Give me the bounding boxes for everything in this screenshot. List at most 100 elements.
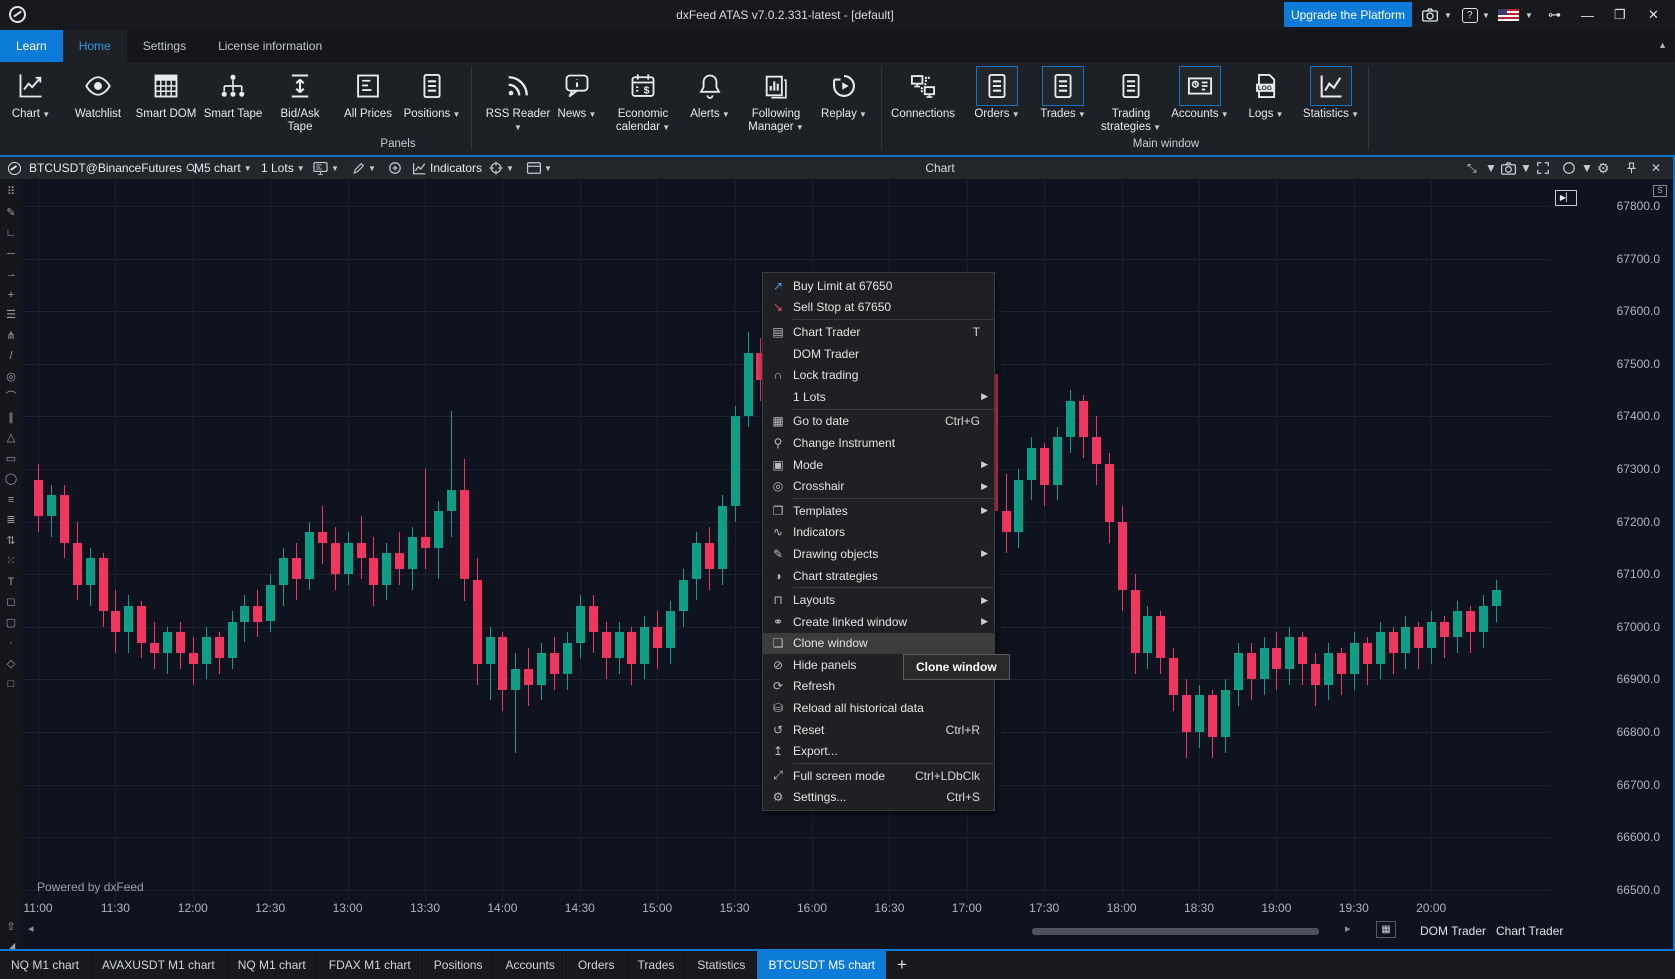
ribbon-collapse-icon[interactable]: ▲ <box>1658 40 1667 50</box>
chart-trader-toggle[interactable]: Chart Trader <box>1496 924 1563 938</box>
fullscreen-icon[interactable] <box>1536 157 1550 179</box>
tool-grip[interactable]: ⠿ <box>0 182 22 202</box>
workspace-tab[interactable]: AVAXUSDT M1 chart <box>91 951 227 979</box>
tool-arrow-ray[interactable]: → <box>0 264 22 284</box>
timeframe-selector[interactable]: M5 chart▼ <box>194 157 252 179</box>
dock-dropdown-caret[interactable]: ▼ <box>1485 157 1497 179</box>
theme-circle-icon[interactable] <box>1562 157 1576 179</box>
tool-angle[interactable]: ∟ <box>0 223 22 243</box>
ribbon-item-statistics[interactable]: Statistics ▼ <box>1298 66 1364 150</box>
ribbon-item-connections[interactable]: Connections <box>890 66 956 150</box>
workspace-tab[interactable]: Positions <box>423 951 495 979</box>
tool-square[interactable]: □ <box>0 674 22 694</box>
menu-item-drawing-objects[interactable]: ✎Drawing objects▶ <box>763 543 994 565</box>
workspace-tab[interactable]: NQ M1 chart <box>227 951 318 979</box>
pin-chart-icon[interactable] <box>1626 157 1637 179</box>
menu-item-sell-stop[interactable]: ↘Sell Stop at 67650 <box>763 297 994 319</box>
tool-cross-line[interactable]: + <box>0 285 22 305</box>
menu-item-chart-trader[interactable]: ▤Chart TraderT <box>763 321 994 343</box>
ribbon-item-following-manager[interactable]: Following Manager ▼ <box>743 66 809 150</box>
menu-tab-settings[interactable]: Settings <box>127 30 202 62</box>
close-button[interactable]: ✕ <box>1648 5 1659 25</box>
workspace-tab[interactable]: Accounts <box>494 951 566 979</box>
tool-dot[interactable]: · <box>0 633 22 653</box>
menu-tab-license-information[interactable]: License information <box>202 30 338 62</box>
tool-trend-line[interactable]: / <box>0 346 22 366</box>
workspace-tab[interactable]: Statistics <box>686 951 757 979</box>
menu-item-export[interactable]: ↥Export... <box>763 740 994 762</box>
ribbon-item-trades[interactable]: Trades ▼ <box>1030 66 1096 150</box>
ribbon-item-chart[interactable]: Chart ▼ <box>0 66 64 150</box>
minimize-button[interactable]: — <box>1581 5 1594 25</box>
screenshot-dropdown-caret[interactable]: ▼ <box>1520 157 1532 179</box>
ribbon-item-smart-dom[interactable]: Smart DOM <box>133 66 199 150</box>
add-tab-button[interactable]: + <box>887 951 917 979</box>
tool-fib-levels[interactable]: ≡ <box>0 490 22 510</box>
tool-triangle[interactable]: △ <box>0 428 22 448</box>
tool-diamond[interactable]: ◇ <box>0 654 22 674</box>
menu-item-buy-limit[interactable]: ↗Buy Limit at 67650 <box>763 275 994 297</box>
help-dropdown-caret[interactable]: ▼ <box>1482 5 1490 25</box>
tool-horizontal-line[interactable]: ─ <box>0 244 22 264</box>
tool-pitchfork[interactable]: ⋔ <box>0 326 22 346</box>
menu-item-chart-strategies[interactable]: ◑Chart strategies <box>763 565 994 587</box>
snap-mode-button[interactable]: S <box>1653 185 1667 197</box>
theme-dropdown-caret[interactable]: ▼ <box>1581 157 1593 179</box>
zoom-in-icon[interactable] <box>388 157 402 179</box>
language-dropdown-caret[interactable]: ▼ <box>1525 5 1533 25</box>
menu-tab-home[interactable]: Home <box>63 30 127 62</box>
ribbon-item-logs[interactable]: LOGLogs ▼ <box>1233 66 1299 150</box>
panels-selector[interactable]: ▼ <box>527 157 552 179</box>
help-icon[interactable]: ? <box>1462 5 1478 25</box>
tool-dots-grid[interactable]: ⁙ <box>0 551 22 571</box>
menu-item-dom-trader[interactable]: DOM Trader <box>763 343 994 365</box>
menu-item-lots[interactable]: 1 Lots▶ <box>763 386 994 408</box>
tool-levels[interactable]: ☰ <box>0 305 22 325</box>
menu-item-reset[interactable]: ↺ResetCtrl+R <box>763 719 994 741</box>
menu-item-change-instrument[interactable]: ⚲Change Instrument <box>763 432 994 454</box>
menu-item-crosshair[interactable]: ◎Crosshair▶ <box>763 475 994 497</box>
menu-item-clone-window[interactable]: ❏Clone window <box>763 633 994 655</box>
tool-arc[interactable]: ⌒ <box>0 387 22 407</box>
tool-range[interactable]: ⇅ <box>0 531 22 551</box>
dock-window-icon[interactable]: ⤡ <box>1467 157 1477 179</box>
menu-item-settings[interactable]: ⚙Settings...Ctrl+S <box>763 787 994 809</box>
chart-screenshot-icon[interactable] <box>1501 157 1516 179</box>
ribbon-item-news[interactable]: News ▼ <box>544 66 610 150</box>
workspace-tab[interactable]: Orders <box>567 951 627 979</box>
menu-item-lock-trading[interactable]: ∩Lock trading <box>763 364 994 386</box>
chart-settings-gear-icon[interactable]: ⚙ <box>1597 157 1610 179</box>
ribbon-item-rss-reader[interactable]: RSS Reader ▼ <box>485 66 551 150</box>
menu-tab-learn[interactable]: Learn <box>0 30 63 62</box>
go-to-realtime-button[interactable]: ▶▏ <box>1555 190 1577 206</box>
menu-item-reload-all-historical-data[interactable]: ⛁Reload all historical data <box>763 697 994 719</box>
menu-item-indicators[interactable]: ∿Indicators <box>763 522 994 544</box>
restore-button[interactable]: ❐ <box>1614 5 1626 25</box>
tool-ellipse[interactable]: ◯ <box>0 469 22 489</box>
ribbon-item-economic-calendar[interactable]: $Economic calendar ▼ <box>610 66 676 150</box>
tool-label[interactable]: ◻ <box>0 592 22 612</box>
drawing-tools-selector[interactable]: ▼ <box>352 157 376 179</box>
scroll-left-arrow[interactable]: ◂ <box>28 922 34 935</box>
tool-channel[interactable]: ∥ <box>0 408 22 428</box>
ribbon-item-replay[interactable]: Replay ▼ <box>811 66 877 150</box>
close-chart-icon[interactable]: ✕ <box>1651 157 1661 179</box>
menu-item-full-screen-mode[interactable]: ⤢Full screen modeCtrl+LDbClk <box>763 765 994 787</box>
menu-item-layouts[interactable]: ⊓Layouts▶ <box>763 589 994 611</box>
tool-rounded-rect[interactable]: ▢ <box>0 613 22 633</box>
workspace-tab[interactable]: NQ M1 chart <box>0 951 91 979</box>
menu-item-go-to-date[interactable]: ▦Go to dateCtrl+G <box>763 411 994 433</box>
ribbon-item-watchlist[interactable]: Watchlist <box>65 66 131 150</box>
menu-item-templates[interactable]: ❐Templates▶ <box>763 500 994 522</box>
ribbon-item-bid-ask-tape[interactable]: Bid/Ask Tape <box>267 66 333 150</box>
screenshot-icon[interactable] <box>1422 5 1438 25</box>
tool-pointer-up[interactable]: ⇧ <box>0 917 22 937</box>
session-calendar-icon[interactable]: ▦ <box>1376 921 1396 938</box>
tool-text[interactable]: T <box>0 572 22 592</box>
crosshair-selector[interactable]: ▼ <box>489 157 514 179</box>
pin-window-icon[interactable]: ⊶ <box>1548 5 1561 25</box>
scroll-right-arrow[interactable]: ▸ <box>1345 922 1351 935</box>
menu-item-create-linked-window[interactable]: ⚭Create linked window▶ <box>763 611 994 633</box>
ribbon-item-orders[interactable]: Orders ▼ <box>964 66 1030 150</box>
indicators-button[interactable]: Indicators <box>412 157 482 179</box>
